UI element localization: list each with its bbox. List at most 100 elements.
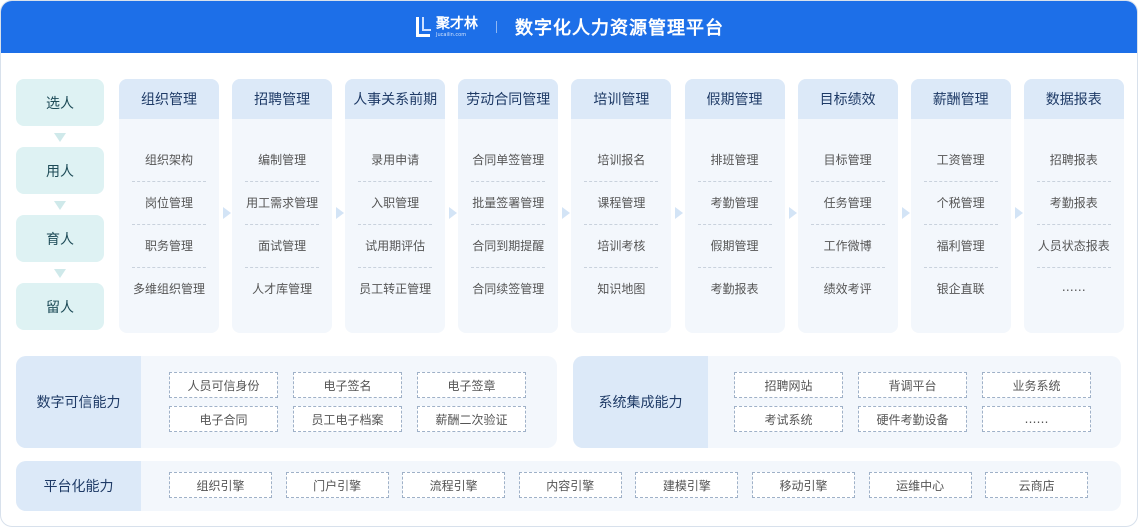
integration-tag: 考试系统 <box>734 406 843 432</box>
module-item: 排班管理 <box>710 153 759 167</box>
module-item: 考勤报表 <box>1049 196 1098 210</box>
logo-icon <box>416 17 431 37</box>
module-item: 多维组织管理 <box>132 282 205 296</box>
module-item: 用工需求管理 <box>246 196 319 210</box>
dotted-divider <box>132 181 206 182</box>
arrow-right-icon <box>901 207 910 219</box>
module-item: 考勤报表 <box>710 282 759 296</box>
module-item: 合同到期提醒 <box>472 239 545 253</box>
logo-sub: Jucailin.com <box>436 31 467 38</box>
module-column: 数据报表 招聘报表 考勤报表 人员状态报表 …… <box>1023 79 1124 333</box>
module-item: 银企直联 <box>936 282 985 296</box>
module-item: 批量签署管理 <box>472 196 545 210</box>
integration-tag: 业务系统 <box>982 372 1091 398</box>
module-item: 课程管理 <box>597 196 646 210</box>
trust-tag: 电子签章 <box>417 372 526 398</box>
trust-tag: 人员可信身份 <box>169 372 278 398</box>
module-item: 任务管理 <box>823 196 872 210</box>
architecture-diagram: 聚才林 Jucailin.com 数字化人力资源管理平台 选人 用人 育人 留人 组织管… <box>0 0 1138 527</box>
module-item: 试用期评估 <box>365 239 426 253</box>
dotted-divider <box>358 181 433 182</box>
integration-panel: 系统集成能力 招聘网站 背调平台 业务系统 考试系统 硬件考勤设备 …… <box>573 356 1121 448</box>
dotted-divider <box>471 181 546 182</box>
platform-tag: 移动引擎 <box>752 472 855 498</box>
logo: 聚才林 Jucailin.com <box>416 17 478 38</box>
module-title: 招聘管理 <box>232 79 333 119</box>
arrow-down-icon <box>54 201 66 210</box>
module-title: 目标绩效 <box>797 79 898 119</box>
module-column: 招聘管理编制管理用工需求管理 面试管理人才库管理 <box>232 79 333 333</box>
integration-label: 系统集成能力 <box>573 356 708 448</box>
arrow-down-icon <box>54 269 66 278</box>
arrow-right-icon <box>675 207 684 219</box>
integration-tag: …… <box>982 406 1091 432</box>
stage-box: 用人 <box>16 147 104 194</box>
arrow-right-icon <box>1014 207 1023 219</box>
module-item: 招聘报表 <box>1049 153 1098 167</box>
dotted-divider <box>584 181 659 182</box>
module-item: 个税管理 <box>936 196 985 210</box>
dotted-divider <box>132 267 206 268</box>
module-item: 组织架构 <box>144 153 193 167</box>
platform-label: 平台化能力 <box>16 461 141 511</box>
dotted-divider <box>697 181 772 182</box>
dotted-divider <box>358 267 433 268</box>
dotted-divider <box>810 224 885 225</box>
dotted-divider <box>584 267 659 268</box>
logo-name: 聚才林 <box>436 15 478 32</box>
stage-box: 选人 <box>16 79 104 126</box>
module-item: 目标管理 <box>823 153 872 167</box>
module-item: 假期管理 <box>710 239 759 253</box>
module-title: 组织管理 <box>119 79 219 119</box>
trust-tag: 薪酬二次验证 <box>417 406 526 432</box>
module-item: 工资管理 <box>936 153 985 167</box>
dotted-divider <box>245 224 320 225</box>
module-title: 培训管理 <box>571 79 672 119</box>
module-title: 人事关系前期 <box>345 79 446 119</box>
module-item: 录用申请 <box>371 153 420 167</box>
integration-tag: 背调平台 <box>858 372 967 398</box>
platform-tag: 云商店 <box>985 472 1089 498</box>
arrow-right-icon <box>449 207 458 219</box>
trust-tag: 员工电子档案 <box>293 406 402 432</box>
arrow-down-icon <box>54 133 66 142</box>
module-title: 薪酬管理 <box>910 79 1011 119</box>
module-title: 数据报表 <box>1023 79 1124 119</box>
dotted-divider <box>584 224 659 225</box>
module-item: 培训考核 <box>597 239 646 253</box>
dotted-divider <box>132 224 206 225</box>
trust-label: 数字可信能力 <box>16 356 141 448</box>
module-title: 劳动合同管理 <box>458 79 559 119</box>
module-item: 人才库管理 <box>252 282 313 296</box>
dotted-divider <box>923 181 998 182</box>
dotted-divider <box>471 267 546 268</box>
arrow-right-icon <box>562 207 571 219</box>
module-item: 合同续签管理 <box>472 282 545 296</box>
module-item: 合同单签管理 <box>472 153 545 167</box>
module-column: 目标绩效 目标管理 任务管理 工作微博 绩效考评 <box>797 79 898 333</box>
module-item: 职务管理 <box>144 239 193 253</box>
module-item: 知识地图 <box>597 282 646 296</box>
trust-panel: 数字可信能力 人员可信身份 电子签名 电子签章 电子合同 员工电子档案 薪酬二次验证 <box>16 356 557 448</box>
module-item: 面试管理 <box>258 239 307 253</box>
arrow-right-icon <box>223 207 231 219</box>
dotted-divider <box>245 181 320 182</box>
page-title: 数字化人力资源管理平台 <box>515 18 724 39</box>
module-item: …… <box>1061 280 1086 294</box>
dotted-divider <box>1036 181 1111 182</box>
module-column: 培训管理培训报名课程管理培训考核知识地图 <box>571 79 672 333</box>
dotted-divider <box>358 224 433 225</box>
trust-tag: 电子合同 <box>169 406 278 432</box>
dotted-divider <box>923 224 998 225</box>
dotted-divider <box>245 267 320 268</box>
platform-tag: 建模引擎 <box>635 472 739 498</box>
module-column: 组织管理组织架构岗位管理职务管理多维组织管理 <box>119 79 219 333</box>
module-item: 员工转正管理 <box>359 282 432 296</box>
platform-tag: 门户引擎 <box>285 472 389 498</box>
module-item: 培训报名 <box>597 153 646 167</box>
module-column: 人事关系前期 录用申请 入职管理 试用期评估 员工转正管理 <box>345 79 446 333</box>
module-item: 岗位管理 <box>144 196 193 210</box>
platform-tag: 组织引擎 <box>169 472 272 498</box>
module-item: 编制管理 <box>258 153 307 167</box>
module-column: 薪酬管理 工资管理 个税管理 福利管理 银企直联 <box>910 79 1011 333</box>
